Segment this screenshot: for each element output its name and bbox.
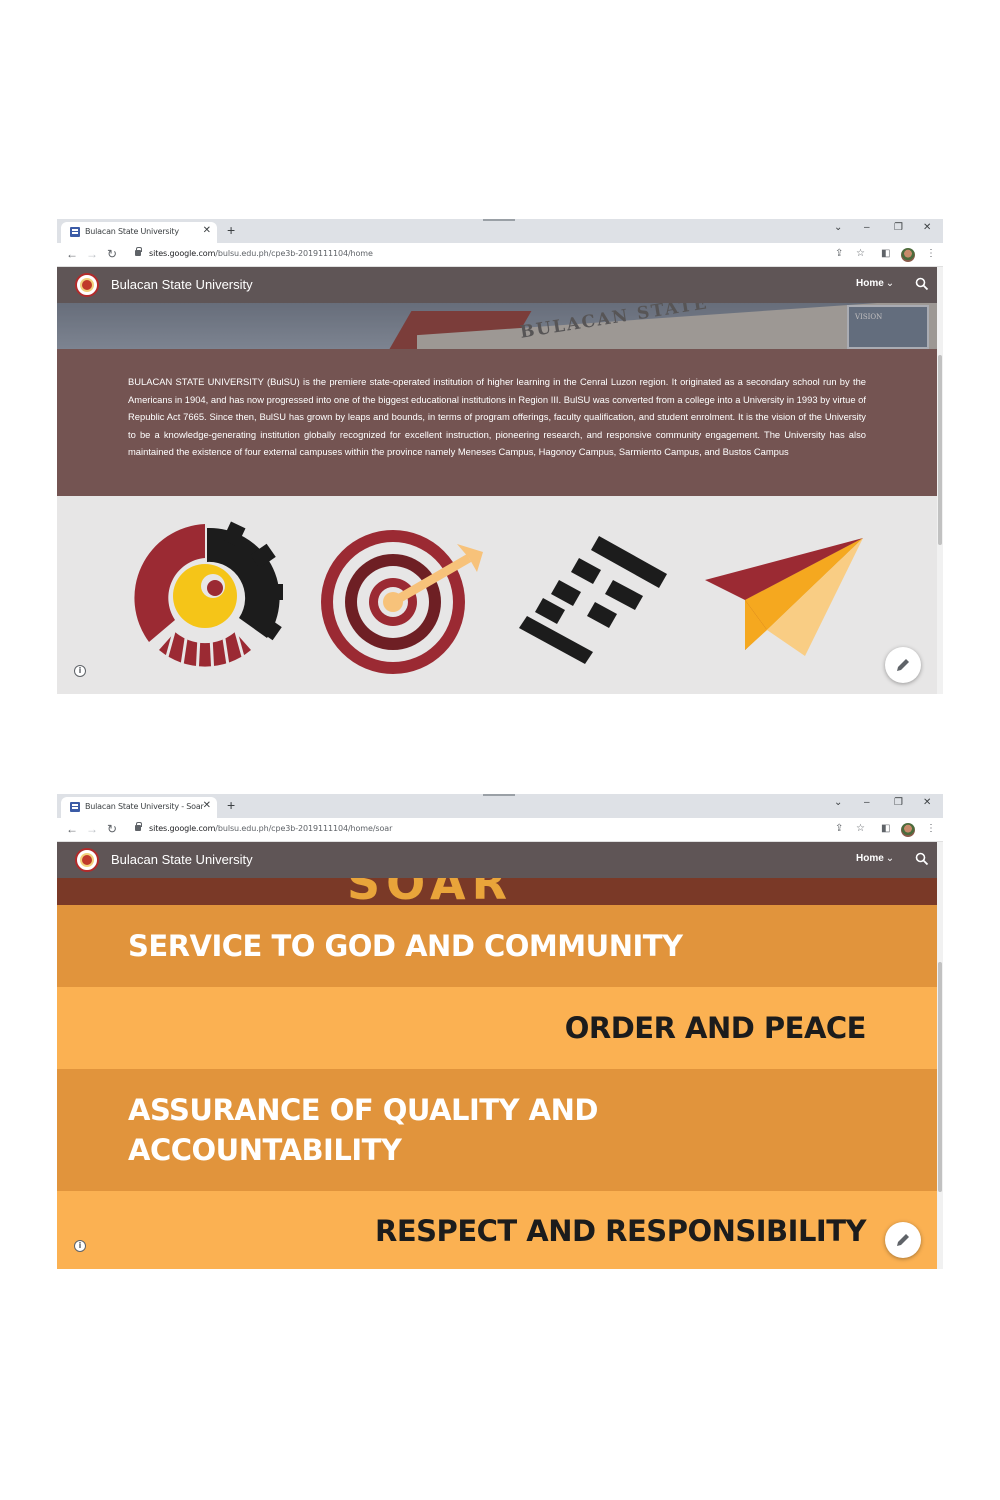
site-header: Bulacan State University Home ⌄ <box>57 267 937 303</box>
search-icon[interactable] <box>915 277 929 291</box>
reload-icon[interactable]: ↻ <box>107 247 117 261</box>
chevron-down-icon: ⌄ <box>885 853 895 864</box>
url-path: /bulsu.edu.ph/cpe3b-2019111104/home/soar <box>215 824 393 833</box>
tab-bar: Bulacan State University ✕ + ⌄ – ❐ ✕ <box>57 219 943 243</box>
site-title[interactable]: Bulacan State University <box>111 277 253 292</box>
info-icon[interactable]: i <box>74 1240 86 1252</box>
tab-bar: Bulacan State University - Soar ✕ + ⌄ – … <box>57 794 943 818</box>
restore-icon[interactable]: ❐ <box>894 222 903 233</box>
site-title[interactable]: Bulacan State University <box>111 852 253 867</box>
tab-search-icon[interactable]: ⌄ <box>834 797 842 808</box>
side-panel-icon[interactable]: ◧ <box>881 823 890 834</box>
new-tab-icon[interactable]: + <box>227 222 235 238</box>
edit-button[interactable] <box>885 1222 921 1258</box>
chevron-down-icon: ⌄ <box>885 278 895 289</box>
values-icons-section <box>57 496 937 694</box>
value-assurance: ASSURANCE OF QUALITY AND ACCOUNTABILITY <box>128 1093 598 1167</box>
bookmark-star-icon[interactable]: ☆ <box>856 248 865 259</box>
share-icon[interactable]: ⇪ <box>835 823 843 834</box>
tab-title: Bulacan State University <box>85 227 179 236</box>
new-tab-icon[interactable]: + <box>227 797 235 813</box>
browser-tab[interactable]: Bulacan State University ✕ <box>61 222 217 243</box>
minimize-icon[interactable]: – <box>864 222 870 233</box>
edit-button[interactable] <box>885 647 921 683</box>
close-window-icon[interactable]: ✕ <box>923 797 931 808</box>
address-bar: ← → ↻ sites.google.com/bulsu.edu.ph/cpe3… <box>57 243 943 267</box>
url-host: sites.google.com <box>149 824 216 833</box>
tab-title: Bulacan State University - Soar <box>85 802 204 811</box>
value-band-service: SERVICE TO GOD AND COMMUNITY <box>57 905 937 987</box>
back-icon[interactable]: ← <box>66 822 78 836</box>
vision-gear-icon <box>134 521 283 676</box>
lock-icon <box>135 822 142 831</box>
value-band-assurance: ASSURANCE OF QUALITY AND ACCOUNTABILITY <box>57 1069 937 1191</box>
paper-plane-icon <box>705 538 863 656</box>
bookmark-star-icon[interactable]: ☆ <box>856 823 865 834</box>
nav-home-label: Home <box>856 278 884 289</box>
nav-home[interactable]: Home ⌄ <box>856 278 894 289</box>
menu-kebab-icon[interactable]: ⋮ <box>926 823 936 834</box>
url-field[interactable]: sites.google.com/bulsu.edu.ph/cpe3b-2019… <box>149 824 392 833</box>
info-icon[interactable]: i <box>74 665 86 677</box>
about-section: BULACAN STATE UNIVERSITY (BulSU) is the … <box>57 349 937 496</box>
soar-header-image: SOAR <box>57 878 937 905</box>
share-icon[interactable]: ⇪ <box>835 248 843 259</box>
tab-search-icon[interactable]: ⌄ <box>834 222 842 233</box>
profile-avatar[interactable] <box>901 248 915 262</box>
scrollbar-thumb[interactable] <box>938 962 942 1192</box>
menu-kebab-icon[interactable]: ⋮ <box>926 248 936 259</box>
tab-strip-indicator <box>483 794 515 796</box>
tab-strip-indicator <box>483 219 515 221</box>
university-logo[interactable] <box>75 273 99 297</box>
page-scrollbar[interactable] <box>937 842 943 1269</box>
reload-icon[interactable]: ↻ <box>107 822 117 836</box>
about-text: BULACAN STATE UNIVERSITY (BulSU) is the … <box>128 376 866 457</box>
home-page-screenshot: Bulacan State University ✕ + ⌄ – ❐ ✕ ← →… <box>57 219 943 694</box>
target-icon <box>321 530 483 674</box>
value-band-order: ORDER AND PEACE <box>57 987 937 1069</box>
page-scrollbar[interactable] <box>937 267 943 694</box>
site-favicon-icon <box>70 802 80 812</box>
tab-close-icon[interactable]: ✕ <box>203 800 211 811</box>
pencil-icon <box>897 1234 909 1246</box>
campus-banner-image: BULACAN STATE VISION <box>57 303 937 349</box>
url-host: sites.google.com <box>149 249 216 258</box>
address-bar: ← → ↻ sites.google.com/bulsu.edu.ph/cpe3… <box>57 818 943 842</box>
site-favicon-icon <box>70 227 80 237</box>
nav-home[interactable]: Home ⌄ <box>856 853 894 864</box>
stairs-icon <box>519 536 667 664</box>
university-logo[interactable] <box>75 848 99 872</box>
site-header: Bulacan State University Home ⌄ <box>57 842 937 878</box>
value-order: ORDER AND PEACE <box>564 1011 867 1045</box>
search-icon[interactable] <box>915 852 929 866</box>
back-icon[interactable]: ← <box>66 247 78 261</box>
value-service: SERVICE TO GOD AND COMMUNITY <box>128 929 683 963</box>
minimize-icon[interactable]: – <box>864 797 870 808</box>
forward-icon[interactable]: → <box>86 247 98 261</box>
soar-heading: SOAR <box>347 878 514 905</box>
lock-icon <box>135 247 142 256</box>
scrollbar-thumb[interactable] <box>938 355 942 545</box>
soar-page-screenshot: Bulacan State University - Soar ✕ + ⌄ – … <box>57 794 943 1269</box>
value-respect: RESPECT AND RESPONSIBILITY <box>375 1214 866 1248</box>
restore-icon[interactable]: ❐ <box>894 797 903 808</box>
tab-close-icon[interactable]: ✕ <box>203 225 211 236</box>
browser-tab[interactable]: Bulacan State University - Soar ✕ <box>61 797 217 818</box>
close-window-icon[interactable]: ✕ <box>923 222 931 233</box>
url-field[interactable]: sites.google.com/bulsu.edu.ph/cpe3b-2019… <box>149 249 373 258</box>
banner-overlay <box>57 303 937 349</box>
profile-avatar[interactable] <box>901 823 915 837</box>
pencil-icon <box>897 659 909 671</box>
nav-home-label: Home <box>856 853 884 864</box>
forward-icon[interactable]: → <box>86 822 98 836</box>
url-path: /bulsu.edu.ph/cpe3b-2019111104/home <box>215 249 373 258</box>
value-band-respect: RESPECT AND RESPONSIBILITY <box>57 1191 937 1269</box>
side-panel-icon[interactable]: ◧ <box>881 248 890 259</box>
